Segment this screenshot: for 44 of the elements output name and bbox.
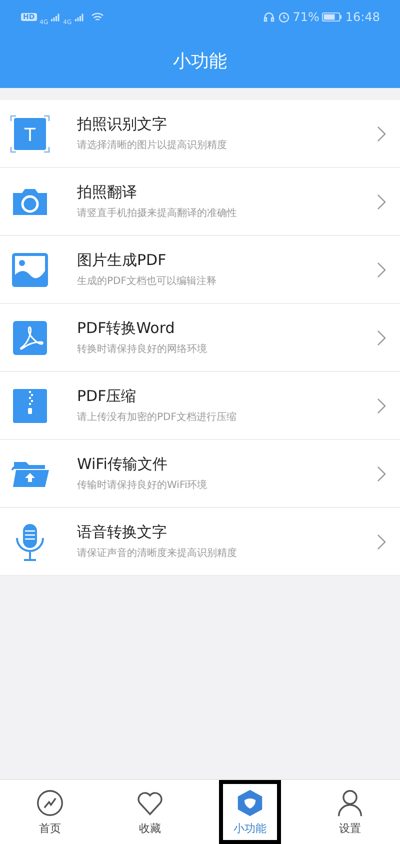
- page-title: 小功能: [173, 50, 227, 73]
- feature-item[interactable]: 拍照翻译 请竖直手机拍摄来提高翻译的准确性: [0, 168, 400, 236]
- feature-title: 语音转换文字: [77, 523, 168, 542]
- feature-description: 传输时请保持良好的WiFi环境: [77, 478, 208, 492]
- feature-title: 拍照翻译: [77, 183, 138, 202]
- battery-percent: 71%: [292, 10, 320, 24]
- chevron-right-icon: [377, 398, 386, 414]
- chevron-right-icon: [377, 194, 386, 210]
- signal-icon: [51, 12, 60, 22]
- tab[interactable]: 收藏: [100, 780, 200, 844]
- shield-hexagon-icon: [236, 788, 264, 816]
- chevron-right-icon: [377, 126, 386, 142]
- headphones-icon: [262, 11, 275, 23]
- clock: 16:48: [345, 10, 380, 24]
- feature-item[interactable]: PDF压缩 请上传没有加密的PDF文档进行压缩: [0, 372, 400, 440]
- feature-item[interactable]: T 拍照识别文字 请选择清晰的图片以提高识别精度: [0, 100, 400, 168]
- feature-description: 转换时请保持良好的网络环境: [77, 342, 208, 356]
- feature-item[interactable]: WiFi传输文件 传输时请保持良好的WiFi环境: [0, 440, 400, 508]
- tab[interactable]: 设置: [300, 780, 400, 844]
- tab[interactable]: 首页: [0, 780, 100, 844]
- wifi-icon: [90, 12, 104, 22]
- battery-icon: [322, 12, 342, 22]
- feature-description: 请上传没有加密的PDF文档进行压缩: [77, 410, 238, 424]
- feature-description: 请竖直手机拍摄来提高翻译的准确性: [77, 206, 238, 220]
- feature-title: PDF压缩: [77, 387, 138, 406]
- person-icon: [336, 788, 364, 816]
- feature-item[interactable]: PDF转换Word 转换时请保持良好的网络环境: [0, 304, 400, 372]
- chevron-right-icon: [377, 330, 386, 346]
- feature-item[interactable]: 图片生成PDF 生成的PDF文档也可以编辑注释: [0, 236, 400, 304]
- chevron-right-icon: [377, 534, 386, 550]
- feature-description: 生成的PDF文档也可以编辑注释: [77, 274, 218, 288]
- tab[interactable]: 小功能: [219, 780, 281, 844]
- feature-description: 请选择清晰的图片以提高识别精度: [77, 138, 228, 152]
- feature-item[interactable]: 语音转换文字 请保证声音的清晰度来提高识别精度: [0, 508, 400, 576]
- feature-title: WiFi传输文件: [77, 455, 168, 474]
- alarm-icon: [278, 11, 290, 23]
- feature-title: 图片生成PDF: [77, 251, 168, 270]
- signal-icon: [74, 12, 84, 22]
- feature-title: PDF转换Word: [77, 319, 176, 338]
- chevron-right-icon: [377, 262, 386, 278]
- feature-title: 拍照识别文字: [77, 115, 168, 134]
- lightning-circle-icon: [36, 788, 64, 816]
- feature-description: 请保证声音的清晰度来提高识别精度: [77, 546, 238, 560]
- chevron-right-icon: [377, 466, 386, 482]
